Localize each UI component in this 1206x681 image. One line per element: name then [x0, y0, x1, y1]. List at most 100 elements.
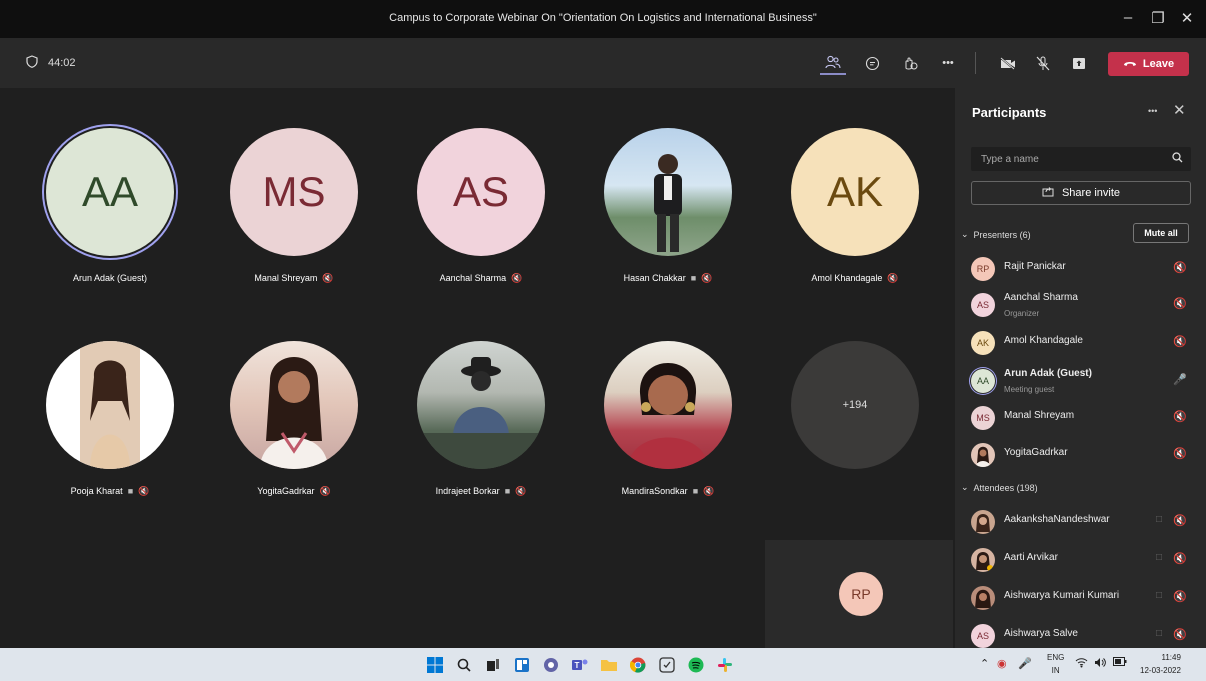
microphone-icon[interactable]: 🎤 [1018, 657, 1032, 670]
presenter-row[interactable]: AS Aanchal Sharma Organizer 🔇 [971, 289, 1191, 319]
participant-role: Organizer [1004, 309, 1040, 318]
camera-off-icon: ■ [692, 486, 699, 496]
mute-all-button[interactable]: Mute all [1133, 223, 1189, 243]
clock-time: 11:49 [1161, 653, 1181, 662]
spotify-icon[interactable] [685, 654, 707, 676]
participant-tile[interactable]: MS Manal Shreyam 🔇 [199, 128, 389, 328]
camera-off-icon: □ [1156, 590, 1163, 601]
participant-tile[interactable]: Hasan Chakkar ■ 🔇 [573, 128, 763, 328]
attendee-row[interactable]: AS Aishwarya Salve □ 🔇 [971, 620, 1191, 650]
language-indicator[interactable]: ENG IN [1047, 651, 1064, 677]
close-window-button[interactable]: ✕ [1177, 9, 1197, 27]
battery-icon[interactable] [1113, 657, 1127, 669]
people-icon[interactable] [820, 51, 846, 75]
antivirus-icon[interactable]: ◉ [997, 657, 1007, 670]
participant-tile[interactable]: YogitaGadrkar 🔇 [199, 341, 389, 541]
widgets-icon[interactable] [511, 654, 533, 676]
participant-name: Aanchal Sharma 🔇 [439, 273, 523, 283]
share-screen-icon[interactable] [1066, 51, 1092, 75]
leave-button[interactable]: Leave [1108, 52, 1189, 76]
avatar-photo [971, 548, 995, 572]
mic-off-icon[interactable] [1030, 51, 1056, 75]
more-participants-tile[interactable]: +194 [760, 341, 950, 541]
avatar: AK [791, 128, 919, 256]
chevron-down-icon: ⌄ [961, 482, 969, 492]
avatar-photo [604, 128, 732, 256]
avatar-photo [971, 510, 995, 534]
search-icon[interactable] [453, 654, 475, 676]
presenter-row[interactable]: YogitaGadrkar 🔇 [971, 439, 1191, 469]
participant-tile[interactable]: AS Aanchal Sharma 🔇 [386, 128, 576, 328]
mic-off-icon: 🔇 [1173, 629, 1187, 641]
more-actions-icon[interactable]: ••• [935, 51, 961, 75]
panel-more-icon[interactable]: ••• [1148, 106, 1157, 116]
avatar-photo [230, 341, 358, 469]
participant-name: Manal Shreyam 🔇 [254, 273, 334, 283]
participant-search-input[interactable] [971, 147, 1191, 171]
mic-on-icon: 🎤 [1173, 374, 1187, 386]
chrome-icon[interactable] [627, 654, 649, 676]
meeting-toolbar: 44:02 ••• Leave [0, 38, 1206, 88]
attendee-row[interactable]: Aishwarya Kumari Kumari □ 🔇 [971, 582, 1191, 612]
phone-hangup-icon [1123, 58, 1137, 70]
camera-off-icon: □ [1156, 514, 1163, 525]
participant-name: AakankshaNandeshwar [1004, 514, 1110, 525]
avatar: RP [971, 257, 995, 281]
attendees-header[interactable]: ⌄ Attendees (198) [961, 482, 1038, 493]
file-explorer-icon[interactable] [598, 654, 620, 676]
participant-name: Manal Shreyam [1004, 410, 1075, 421]
camera-off-icon: □ [1156, 628, 1163, 639]
clock-app-icon[interactable] [656, 654, 678, 676]
share-icon [1042, 186, 1054, 200]
start-icon[interactable] [424, 654, 446, 676]
reactions-icon[interactable] [897, 51, 923, 75]
avatar: AK [971, 331, 995, 355]
mic-off-icon: 🔇 [515, 486, 527, 496]
wifi-icon[interactable] [1075, 657, 1088, 671]
attendee-row[interactable]: Aarti Arvikar □ 🔇 [971, 544, 1191, 574]
panel-title: Participants [972, 105, 1047, 120]
taskbar-clock[interactable]: 11:49 12-03-2022 [1140, 651, 1181, 677]
participant-name: Aarti Arvikar [1004, 552, 1058, 563]
clock-date: 12-03-2022 [1140, 666, 1181, 675]
mic-off-icon: 🔇 [1173, 298, 1187, 310]
presenter-row[interactable]: AA Arun Adak (Guest) Meeting guest 🎤 [971, 365, 1191, 395]
search-icon [1172, 152, 1183, 166]
presenters-label: Presenters (6) [973, 229, 1031, 240]
presenters-header[interactable]: ⌄ Presenters (6) [961, 229, 1031, 240]
camera-off-icon: ■ [504, 486, 511, 496]
overflow-count-text: +194 [842, 399, 868, 411]
participant-tile[interactable]: MandiraSondkar ■ 🔇 [573, 341, 763, 541]
chevron-up-icon[interactable]: ⌃ [980, 657, 989, 670]
maximize-button[interactable]: ❐ [1148, 9, 1168, 27]
participant-tile[interactable]: AK Amol Khandagale 🔇 [760, 128, 950, 328]
volume-icon[interactable] [1094, 657, 1107, 671]
avatar-initials: MS [262, 168, 326, 215]
attendee-row[interactable]: AakankshaNandeshwar □ 🔇 [971, 506, 1191, 536]
avatar-photo [971, 443, 995, 467]
share-invite-button[interactable]: Share invite [971, 181, 1191, 205]
participant-tile[interactable]: Indrajeet Borkar ■ 🔇 [386, 341, 576, 541]
mic-off-icon: 🔇 [703, 486, 715, 496]
participant-tile[interactable]: AA Arun Adak (Guest) [15, 128, 205, 328]
teams-icon[interactable]: T [569, 654, 591, 676]
presenter-row[interactable]: AK Amol Khandagale 🔇 [971, 327, 1191, 357]
presenter-row[interactable]: MS Manal Shreyam 🔇 [971, 402, 1191, 432]
avatar: MS [230, 128, 358, 256]
chat-app-icon[interactable] [540, 654, 562, 676]
minimize-button[interactable]: – [1118, 9, 1138, 26]
person-photo-icon [628, 363, 708, 469]
chat-icon[interactable] [859, 51, 885, 75]
presenter-row[interactable]: RP Rajit Panickar 🔇 [971, 253, 1191, 283]
task-view-icon[interactable] [482, 654, 504, 676]
close-icon[interactable]: ✕ [1173, 101, 1186, 119]
self-video-tile[interactable]: RP [765, 540, 953, 648]
camera-off-icon[interactable] [995, 51, 1021, 75]
avatar-initials: AA [81, 168, 139, 215]
avatar-photo [604, 341, 732, 469]
avatar: AS [971, 624, 995, 648]
video-stage: AA Arun Adak (Guest) MS Manal Shreyam 🔇 A… [0, 88, 955, 648]
participant-tile[interactable]: Pooja Kharat ■ 🔇 [15, 341, 205, 541]
meeting-timer: 44:02 [26, 55, 76, 71]
slack-icon[interactable] [714, 654, 736, 676]
